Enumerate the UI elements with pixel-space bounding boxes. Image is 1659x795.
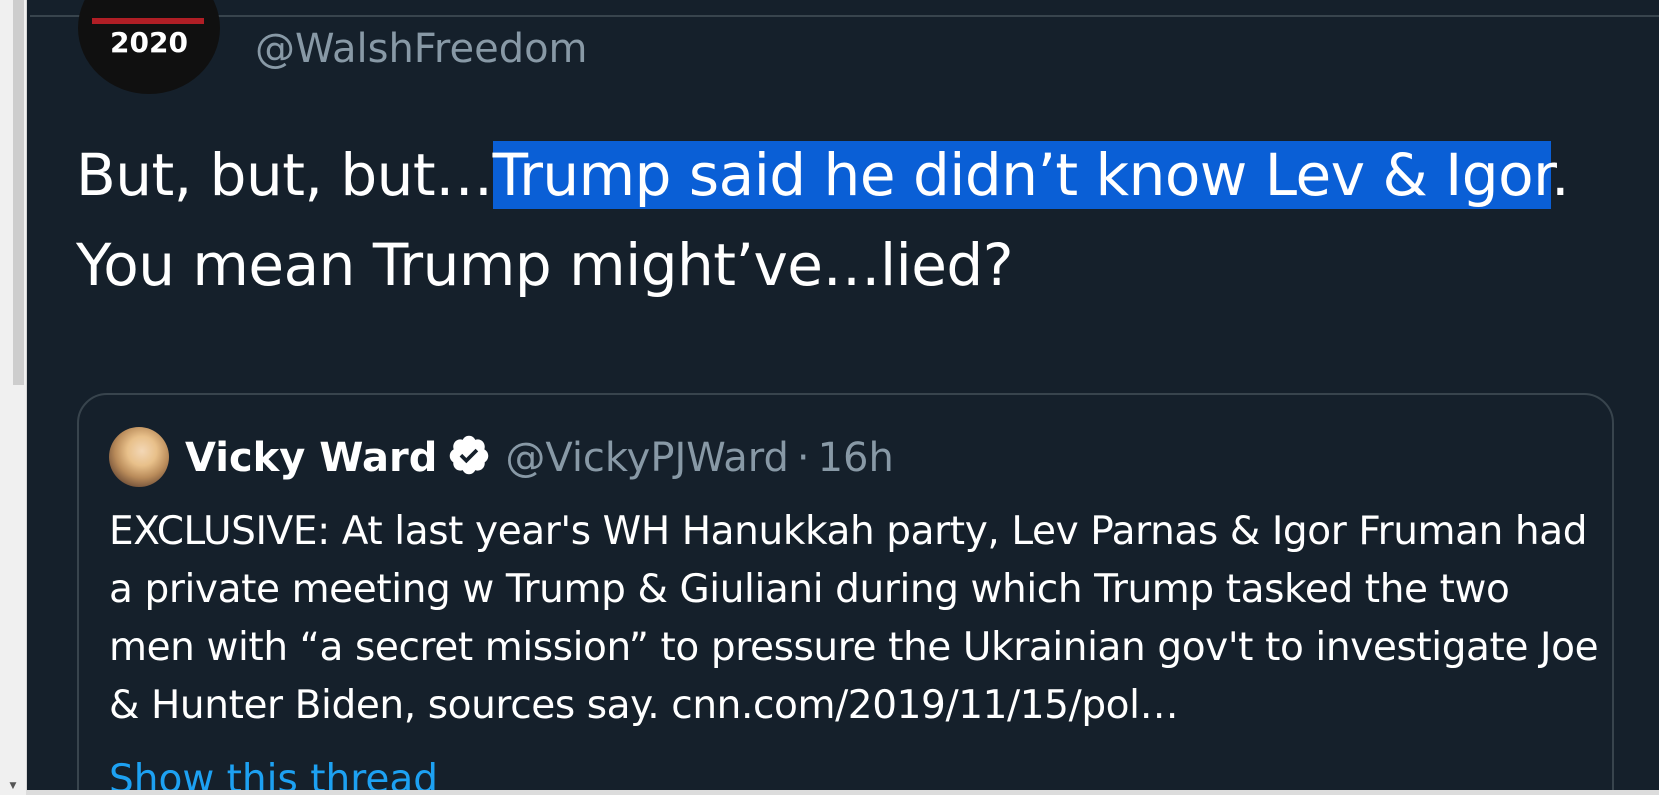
quoted-author-name[interactable]: Vicky Ward: [185, 435, 437, 481]
scrollbar-thumb[interactable]: [13, 0, 24, 385]
quoted-author-avatar[interactable]: [109, 427, 169, 487]
avatar-stripe: [92, 18, 204, 24]
tweet-text-before: But, but, but…: [76, 141, 493, 209]
quoted-tweet-time[interactable]: 16h: [818, 435, 894, 481]
tweet-text-selected: Trump said he didn’t know Lev & Igor: [492, 141, 1552, 209]
tweet-page: ▼ 2020 @WalshFreedom But, but, but…Trump…: [0, 0, 1659, 795]
verified-badge-icon: [450, 435, 489, 475]
quoted-author-handle[interactable]: @VickyPJWard: [505, 435, 789, 481]
author-avatar[interactable]: 2020: [78, 0, 220, 94]
scroll-down-arrow-icon[interactable]: ▼: [0, 777, 26, 795]
quoted-tweet-header: Vicky Ward @VickyPJWard · 16h: [185, 433, 894, 482]
header-separator: ·: [796, 435, 810, 481]
bottom-edge: [26, 790, 1659, 795]
top-divider: [30, 15, 1659, 17]
tweet-text: But, but, but…Trump said he didn’t know …: [76, 130, 1606, 310]
quoted-tweet-card[interactable]: Vicky Ward @VickyPJWard · 16h EXCLUSIVE: A…: [77, 393, 1614, 795]
avatar-logo-text: 2020: [110, 26, 188, 59]
quoted-tweet-text: EXCLUSIVE: At last year's WH Hanukkah pa…: [109, 509, 1599, 728]
window-scrollbar[interactable]: ▼: [0, 0, 27, 795]
author-handle[interactable]: @WalshFreedom: [255, 26, 588, 72]
